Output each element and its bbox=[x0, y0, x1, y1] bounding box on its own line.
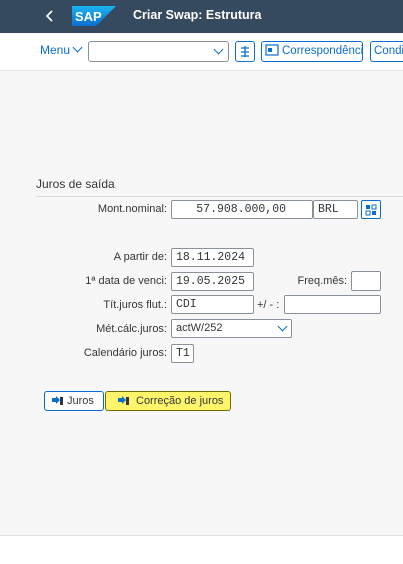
floating-rate-field[interactable]: CDI bbox=[171, 295, 254, 314]
correspondence-icon bbox=[265, 44, 279, 56]
nominal-amount-label: Mont.nominal: bbox=[97, 203, 167, 215]
spread-label: +/ - : bbox=[257, 299, 280, 311]
start-date-label: A partir de: bbox=[113, 251, 167, 263]
section-divider bbox=[36, 196, 403, 197]
page-title: Criar Swap: Estrutura bbox=[133, 8, 262, 22]
currency-conversion-icon bbox=[365, 204, 377, 216]
sap-logo: SAP bbox=[72, 6, 116, 26]
currency-conversion-button[interactable] bbox=[361, 200, 381, 219]
correspondence-label: Correspondência bbox=[282, 45, 363, 57]
chevron-down-icon bbox=[213, 44, 224, 55]
tree-structure-icon bbox=[241, 46, 249, 57]
interest-method-value: actW/252 bbox=[176, 322, 223, 334]
nominal-amount-field[interactable]: 57.908.000,00 bbox=[171, 200, 313, 219]
interest-correction-label: Correção de juros bbox=[136, 395, 224, 407]
conditions-button[interactable]: Condi bbox=[370, 41, 403, 62]
toolbar: Menu Correspondência Condi bbox=[0, 33, 403, 71]
frequency-months-field[interactable] bbox=[351, 271, 381, 291]
command-field[interactable] bbox=[88, 41, 229, 62]
section-title: Juros de saída bbox=[36, 177, 115, 191]
interest-method-label: Mét.cálc.juros: bbox=[96, 323, 167, 335]
correspondence-button[interactable]: Correspondência bbox=[261, 41, 363, 62]
back-icon[interactable] bbox=[40, 6, 60, 26]
spread-field[interactable] bbox=[284, 295, 381, 314]
interest-button-label: Juros bbox=[67, 395, 94, 407]
menu-button[interactable]: Menu bbox=[40, 42, 83, 57]
start-date-field[interactable]: 18.11.2024 bbox=[171, 248, 254, 267]
currency-field[interactable]: BRL bbox=[313, 200, 358, 219]
tree-structure-button[interactable] bbox=[235, 41, 255, 62]
sap-logo-text: SAP bbox=[75, 9, 102, 24]
back-chevron bbox=[45, 10, 53, 22]
interest-correction-button[interactable]: Correção de juros bbox=[105, 391, 231, 411]
menu-label: Menu bbox=[40, 43, 71, 57]
footer-divider bbox=[0, 535, 403, 536]
interest-button[interactable]: Juros bbox=[44, 391, 104, 411]
chevron-down-icon bbox=[72, 42, 83, 53]
conditions-label: Condi bbox=[374, 45, 403, 57]
interest-icon bbox=[52, 396, 63, 405]
chevron-down-icon bbox=[277, 321, 288, 332]
floating-rate-label: Tít.juros flut.: bbox=[103, 299, 167, 311]
shell-bar: SAP Criar Swap: Estrutura bbox=[0, 0, 403, 33]
interest-method-select[interactable]: actW/252 bbox=[171, 319, 292, 338]
interest-calendar-label: Calendário juros: bbox=[83, 347, 167, 359]
frequency-months-label: Freq.mês: bbox=[297, 275, 347, 287]
first-due-date-label: 1ª data de venci: bbox=[85, 275, 167, 287]
interest-correction-icon bbox=[118, 396, 129, 405]
interest-calendar-field[interactable]: T1 bbox=[171, 344, 194, 363]
first-due-date-field[interactable]: 19.05.2025 bbox=[171, 272, 254, 291]
